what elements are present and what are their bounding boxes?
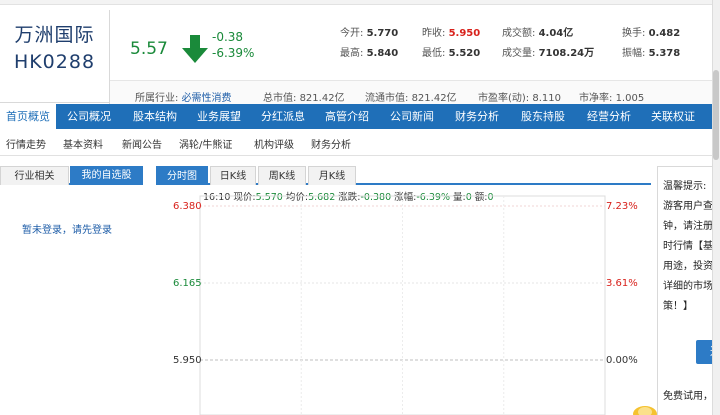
nav-related-warrants[interactable]: 关联权证 [642, 104, 704, 129]
nav-operations[interactable]: 经营分析 [578, 104, 640, 129]
mascot-icon [633, 406, 657, 415]
sub-nav: 行情走势 基本资料 新闻公告 涡轮/牛熊证 机构评级 财务分析 [0, 129, 720, 156]
tip-panel: 温馨提示: 游客用户查看 钟，请注册并 时行情【基本 用途，投资者 详细的市场信… [657, 166, 720, 415]
nav-dividends[interactable]: 分红派息 [252, 104, 314, 129]
subnav-price-trend[interactable]: 行情走势 [6, 136, 46, 151]
quote-exchange: 换手: 0.482 [622, 28, 681, 39]
login-prompt-link[interactable]: 暂未登录，请先登录 [22, 221, 112, 236]
left-tabs: 行业相关 我的自选股 [0, 166, 143, 185]
float-market-cap: 流通市值: 821.42亿 [365, 93, 457, 104]
stock-code: HK0288 [13, 51, 96, 73]
quote-prev-close: 昨收: 5.950 [422, 28, 481, 39]
price-change: -0.38 -6.39% [212, 29, 254, 61]
pb-ratio: 市净率: 1.005 [579, 93, 645, 104]
nav-company-overview[interactable]: 公司概况 [58, 104, 120, 129]
industry-link[interactable]: 必需性消费 [182, 93, 232, 104]
tab-my-watchlist[interactable]: 我的自选股 [70, 166, 143, 185]
subnav-financial[interactable]: 财务分析 [311, 136, 351, 151]
intraday-chart [199, 195, 606, 415]
subnav-ratings[interactable]: 机构评级 [254, 136, 294, 151]
current-price: 5.57 [130, 39, 168, 59]
tab-industry-related[interactable]: 行业相关 [0, 166, 69, 185]
stock-name: 万洲国际 [14, 24, 95, 46]
y-left-tick-2: 5.950 [173, 355, 202, 366]
industry-info: 所属行业: 必需性消费 [135, 93, 232, 104]
subnav-basic-info[interactable]: 基本资料 [63, 136, 103, 151]
tip-line-6: 策！】 [663, 301, 693, 312]
quote-open: 今开: 5.770 [340, 28, 399, 39]
stock-name-box: 万洲国际 HK0288 [0, 10, 110, 107]
main-nav: 首页概览 公司概况 股本结构 业务展望 分红派息 高管介绍 公司新闻 财务分析 … [0, 104, 720, 129]
y-left-tick-1: 6.165 [173, 278, 202, 289]
nav-business-outlook[interactable]: 业务展望 [188, 104, 250, 129]
nav-executives[interactable]: 高管介绍 [316, 104, 378, 129]
down-arrow-icon [182, 35, 208, 63]
nav-share-structure[interactable]: 股本结构 [124, 104, 186, 129]
tab-monthly-k[interactable]: 月K线 [308, 166, 356, 185]
quote-low: 最低: 5.520 [422, 48, 481, 59]
y-right-tick-1: 3.61% [606, 278, 638, 289]
tip-title: 温馨提示: [663, 181, 707, 192]
nav-financial-analysis[interactable]: 财务分析 [446, 104, 508, 129]
y-right-tick-2: 0.00% [606, 355, 638, 366]
tab-intraday[interactable]: 分时图 [156, 166, 208, 185]
nav-company-news[interactable]: 公司新闻 [381, 104, 443, 129]
y-right-tick-0: 7.23% [606, 201, 638, 212]
quote-turnover: 成交额: 4.04亿 [502, 28, 574, 39]
pe-ratio: 市盈率(动): 8.110 [478, 93, 561, 104]
quote-volume: 成交量: 7108.24万 [502, 48, 595, 59]
stock-header: 万洲国际 HK0288 5.57 -0.38 -6.39% 今开: 5.770 … [0, 5, 720, 108]
change-percent: -6.39% [212, 46, 255, 60]
nav-home-overview[interactable]: 首页概览 [0, 104, 56, 129]
quote-amplitude: 振幅: 5.378 [622, 48, 681, 59]
y-left-tick-0: 6.380 [173, 201, 202, 212]
page-scrollbar[interactable] [712, 0, 720, 415]
quote-high: 最高: 5.840 [340, 48, 399, 59]
change-value: -0.38 [212, 30, 244, 44]
subnav-warrants[interactable]: 涡轮/牛熊证 [179, 136, 232, 151]
scrollbar-thumb[interactable] [713, 70, 719, 160]
subnav-news[interactable]: 新闻公告 [122, 136, 162, 151]
nav-shareholders[interactable]: 股东持股 [510, 104, 576, 129]
market-cap: 总市值: 821.42亿 [263, 93, 345, 104]
tab-weekly-k[interactable]: 周K线 [258, 166, 306, 185]
chart-tabs: 分时图 日K线 周K线 月K线 [156, 166, 651, 185]
tab-daily-k[interactable]: 日K线 [210, 166, 256, 185]
